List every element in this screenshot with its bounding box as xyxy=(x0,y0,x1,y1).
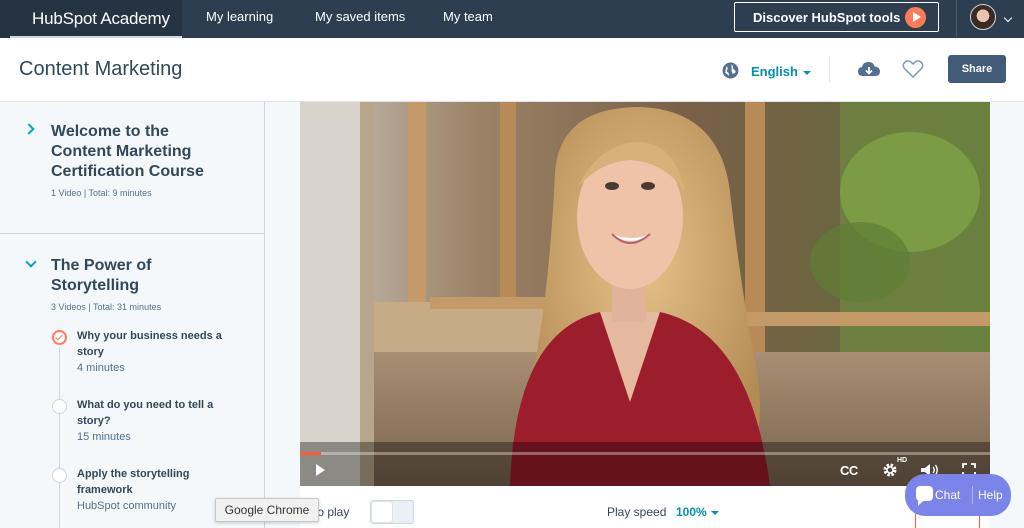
progress-track[interactable] xyxy=(300,452,990,455)
video-frame-image xyxy=(300,102,990,486)
tooltip: Google Chrome xyxy=(215,498,319,522)
chevron-down-icon[interactable] xyxy=(25,256,37,268)
play-icon xyxy=(905,7,926,28)
settings-gear-icon[interactable] xyxy=(882,462,898,478)
hd-badge: HD xyxy=(897,457,908,464)
course-header: Content Marketing English Share xyxy=(0,38,1024,102)
header-divider xyxy=(829,56,830,82)
play-speed-label: Play speed xyxy=(607,505,667,519)
chat-bubble-icon xyxy=(916,486,933,506)
lesson-title[interactable]: Apply the storytelling framework xyxy=(77,466,237,498)
cloud-download-icon[interactable] xyxy=(857,60,881,78)
globe-icon xyxy=(722,62,739,79)
share-button[interactable]: Share xyxy=(948,55,1006,83)
heart-icon[interactable] xyxy=(902,59,924,79)
toggle-knob xyxy=(372,502,392,522)
lesson-title[interactable]: What do you need to tell a story? xyxy=(77,397,237,429)
autoplay-label: to play xyxy=(314,505,350,519)
not-started-icon xyxy=(52,399,67,414)
lesson-duration: 15 minutes xyxy=(77,431,131,443)
chevron-down-icon xyxy=(710,510,719,515)
video-player[interactable] xyxy=(300,102,990,486)
lesson-timeline xyxy=(59,348,60,528)
section-meta: 1 Video | Total: 9 minutes xyxy=(51,188,152,198)
discover-hubspot-tools-button[interactable]: Discover HubSpot tools xyxy=(734,2,939,32)
autoplay-toggle[interactable] xyxy=(370,500,414,524)
top-nav: HubSpot Academy My learning My saved ite… xyxy=(0,0,1024,38)
progress-fill xyxy=(300,452,321,455)
discover-label: Discover HubSpot tools xyxy=(753,9,901,25)
language-label: English xyxy=(751,64,798,79)
nav-divider xyxy=(956,0,957,38)
chevron-right-icon[interactable] xyxy=(23,123,35,135)
section-welcome[interactable]: Welcome to the Content Marketing Certifi… xyxy=(0,102,264,234)
user-avatar[interactable] xyxy=(970,4,996,30)
in-progress-icon xyxy=(52,330,67,345)
lesson-title[interactable]: Why your business needs a story xyxy=(77,328,237,360)
section-title: Welcome to the Content Marketing Certifi… xyxy=(51,123,204,180)
chat-divider xyxy=(972,486,973,504)
nav-my-saved-items[interactable]: My saved items xyxy=(315,9,405,24)
closed-captions-button[interactable]: CC xyxy=(840,463,858,478)
course-sidebar: Welcome to the Content Marketing Certifi… xyxy=(0,102,265,528)
chevron-down-icon xyxy=(802,70,811,75)
language-selector[interactable]: English xyxy=(751,64,811,79)
help-button[interactable]: Help xyxy=(978,488,1003,502)
not-started-icon xyxy=(52,468,67,483)
page-title: Content Marketing xyxy=(19,58,183,80)
section-title[interactable]: The Power of Storytelling xyxy=(51,256,231,296)
play-speed-value: 100% xyxy=(676,505,707,519)
play-icon[interactable] xyxy=(316,464,325,476)
nav-my-team[interactable]: My team xyxy=(443,9,493,24)
player-options-bar: to play Play speed 100% xyxy=(300,486,990,528)
chevron-down-icon[interactable] xyxy=(1003,13,1013,23)
chat-button[interactable]: Chat xyxy=(935,488,960,502)
player-controls: CC HD xyxy=(300,452,990,486)
hubspot-academy-logo[interactable]: HubSpot Academy xyxy=(0,0,182,38)
lesson-duration: HubSpot community xyxy=(77,500,177,512)
chat-widget[interactable]: Chat Help xyxy=(905,474,1011,516)
section-meta: 3 Videos | Total: 31 minutes xyxy=(51,302,162,312)
brand-label: HubSpot Academy xyxy=(32,9,170,28)
play-speed-selector[interactable]: 100% xyxy=(676,505,719,519)
lesson-duration: 4 minutes xyxy=(77,362,125,374)
nav-my-learning[interactable]: My learning xyxy=(206,9,273,24)
